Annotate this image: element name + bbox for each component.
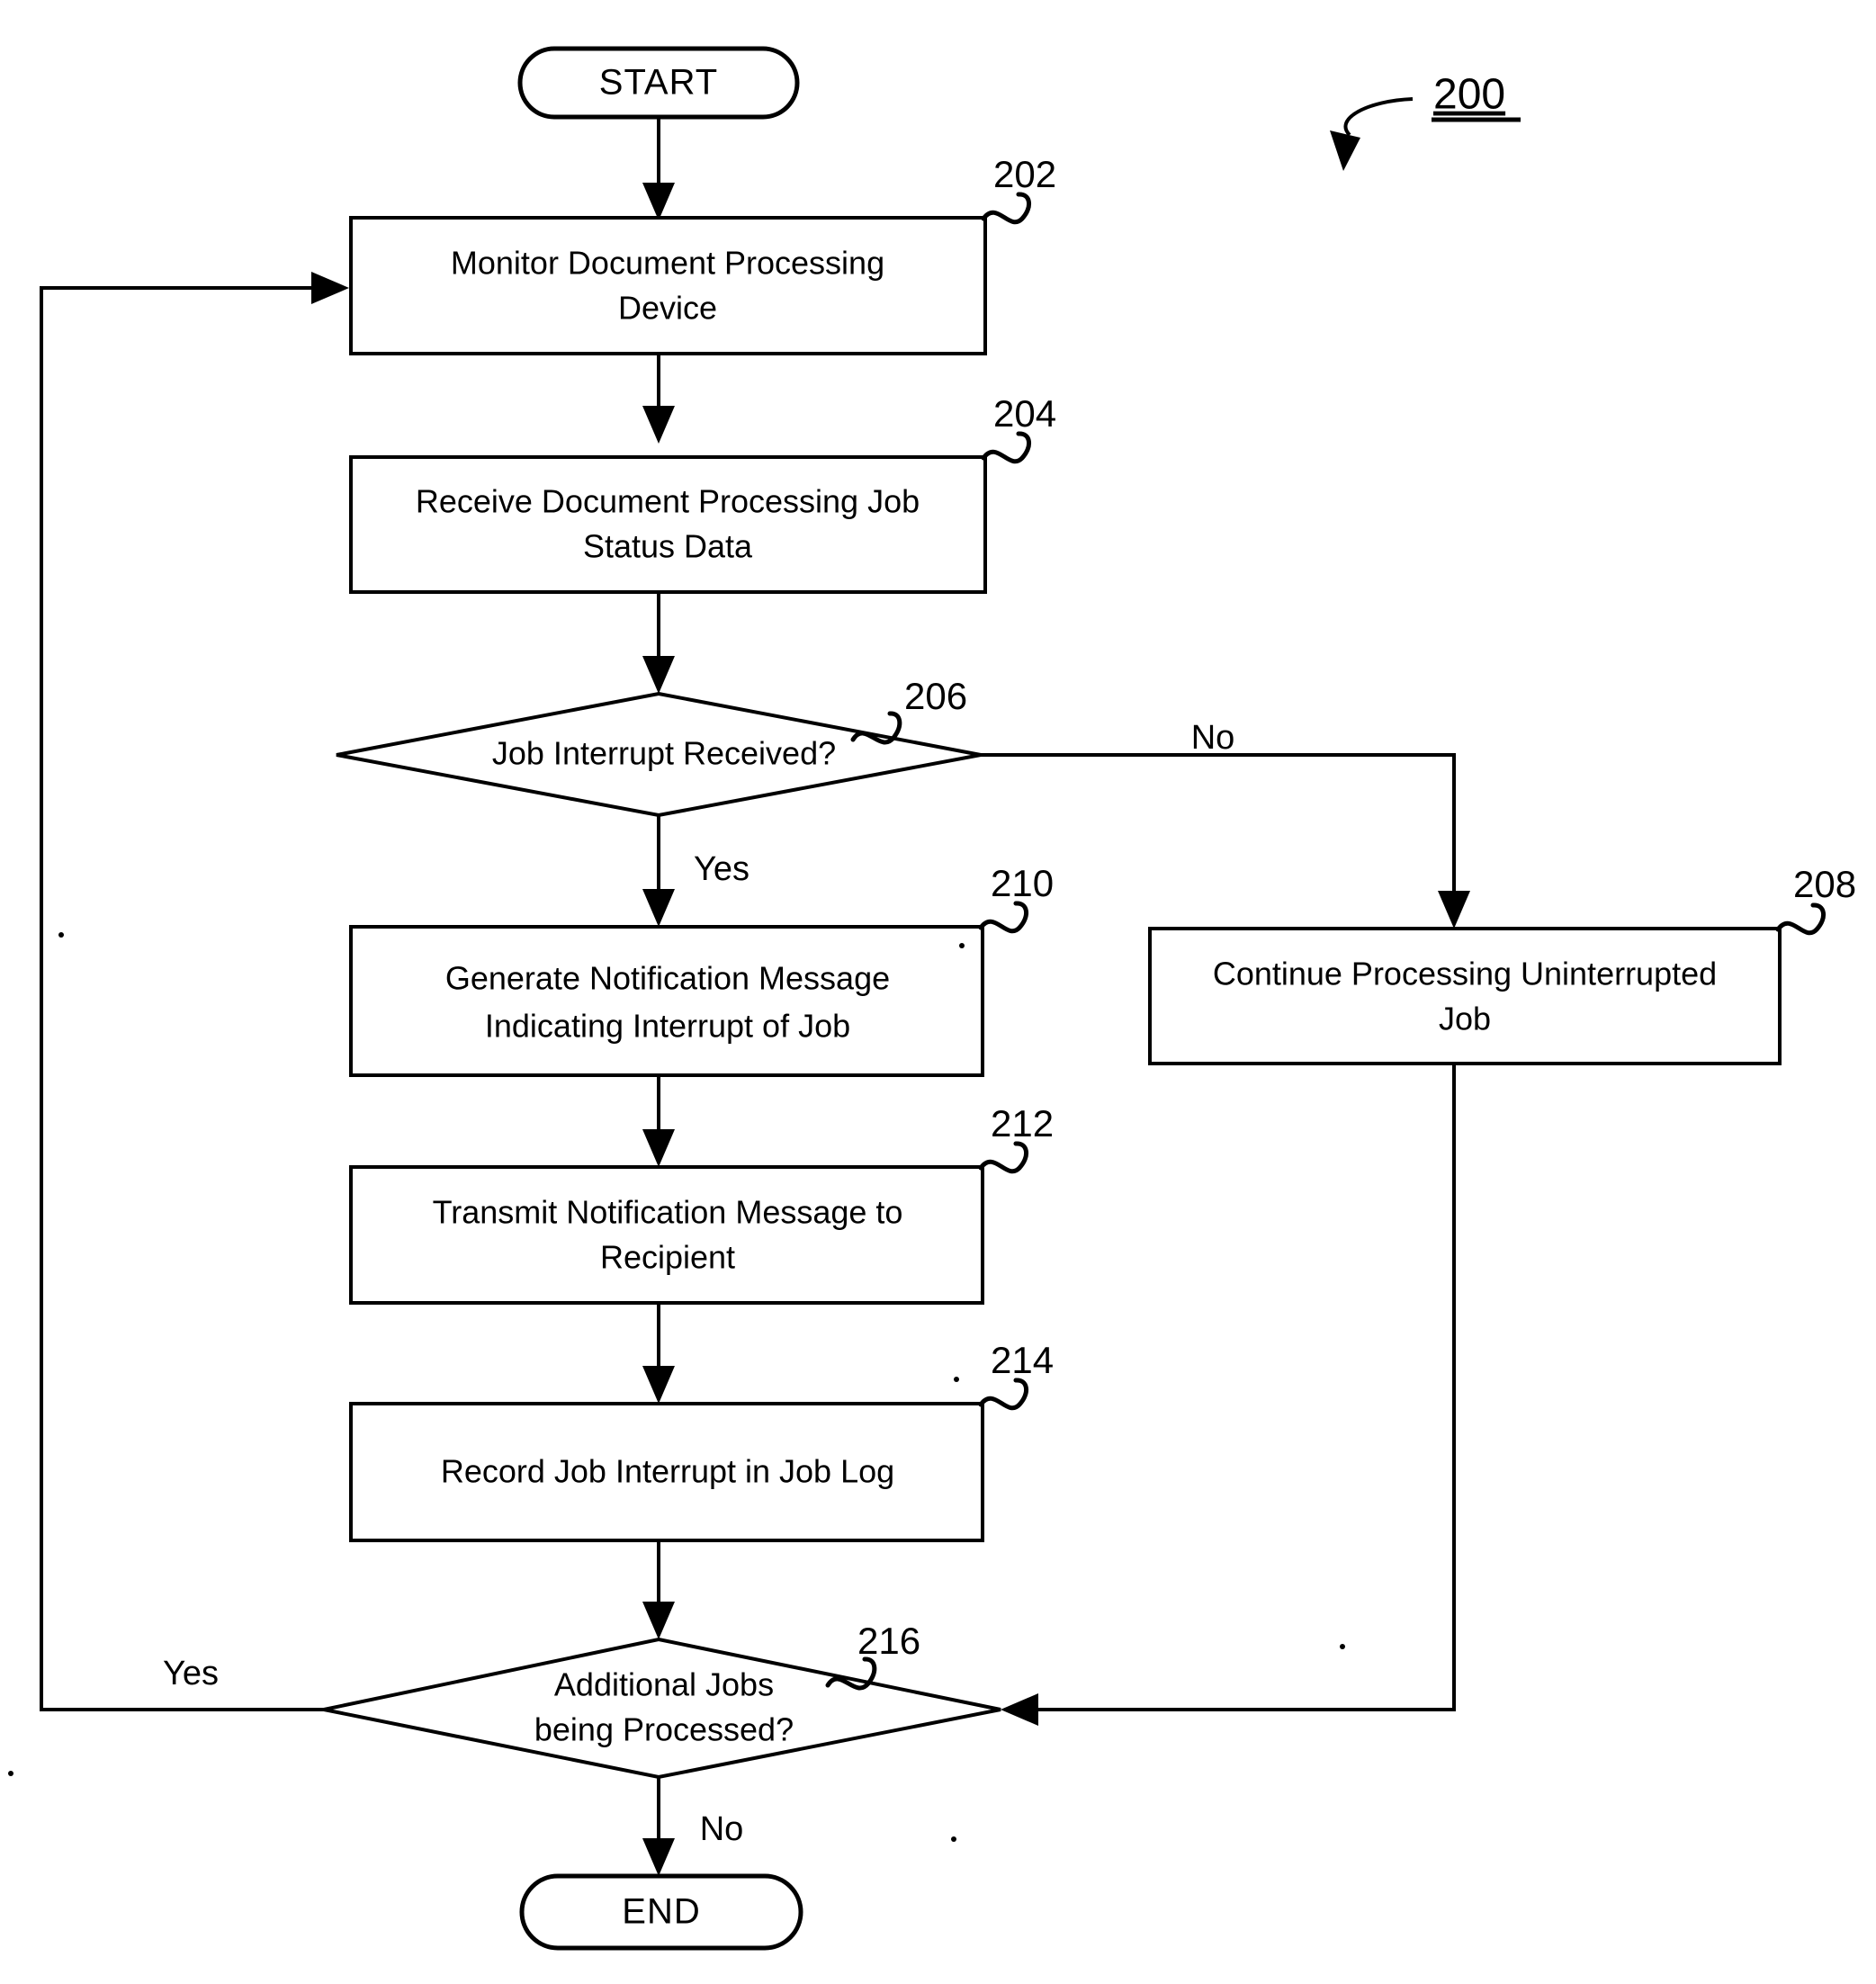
- ref-number-208: 208: [1793, 863, 1856, 905]
- edge-label-216-no: No: [700, 1810, 744, 1848]
- edge-label-206-no: No: [1191, 719, 1235, 757]
- end-label: END: [622, 1892, 700, 1932]
- figure-leader-curve: [1343, 97, 1414, 137]
- box-202-label-line1: Monitor Document Processing: [451, 245, 884, 282]
- box-204-label-line1: Receive Document Processing Job: [416, 483, 920, 520]
- node-end: END: [519, 1873, 803, 1951]
- scan-speck: [959, 943, 965, 948]
- ref-number-214: 214: [991, 1339, 1054, 1381]
- ref-leader-216: 216: [825, 1620, 920, 1691]
- scan-speck: [1340, 1644, 1345, 1649]
- box-202-shape: [349, 216, 987, 355]
- node-208-continue-processing-uninterrupted-job: Continue Processing Uninterrupted Job: [1148, 927, 1782, 1065]
- scan-speck: [58, 932, 64, 938]
- box-208-label-line1: Continue Processing Uninterrupted: [1213, 956, 1717, 992]
- ref-number-204: 204: [993, 392, 1056, 435]
- flowchart-canvas: START Monitor Document Processing Device…: [8, 46, 1856, 1951]
- box-202-label-line2: Device: [618, 290, 717, 327]
- edge-label-216-yes: Yes: [163, 1655, 219, 1692]
- box-204-label-line2: Status Data: [583, 528, 753, 565]
- figure-number-200: 200: [1433, 71, 1505, 119]
- connector-208-to-216: [1001, 1064, 1456, 1726]
- box-210-label-line2: Indicating Interrupt of Job: [485, 1008, 850, 1045]
- diamond-216-label-line2: being Processed?: [534, 1711, 794, 1748]
- connector-210-to-212: [642, 1075, 675, 1167]
- ref-number-212: 212: [991, 1102, 1054, 1145]
- scan-speck: [8, 1771, 13, 1776]
- box-212-shape: [349, 1165, 984, 1305]
- ref-number-202: 202: [993, 153, 1056, 195]
- connector-212-to-214: [642, 1303, 675, 1404]
- box-208-label-line2: Job: [1439, 1001, 1491, 1037]
- figure-number-group: 200: [1330, 71, 1521, 171]
- connector-214-to-216: [642, 1540, 675, 1639]
- edge-label-206-yes: Yes: [694, 850, 750, 888]
- node-204-receive-job-status-data: Receive Document Processing Job Status D…: [349, 455, 987, 594]
- ref-leader-214: 214: [978, 1339, 1054, 1411]
- ref-number-210: 210: [991, 862, 1054, 904]
- ref-leader-204: 204: [981, 392, 1056, 464]
- box-204-shape: [349, 455, 987, 594]
- ref-leader-208: 208: [1775, 863, 1856, 936]
- node-214-record-job-interrupt-in-job-log: Record Job Interrupt in Job Log: [349, 1402, 984, 1542]
- diamond-206-label-line1: Job Interrupt Received?: [492, 735, 836, 772]
- box-214-label-line1: Record Job Interrupt in Job Log: [441, 1453, 894, 1490]
- ref-number-216: 216: [857, 1620, 920, 1662]
- box-212-label-line2: Recipient: [600, 1239, 735, 1276]
- ref-leader-210: 210: [978, 862, 1054, 934]
- connector-202-to-204: [642, 354, 675, 444]
- box-210-shape: [349, 925, 984, 1077]
- ref-number-206: 206: [904, 675, 967, 717]
- start-label: START: [599, 63, 718, 103]
- connector-216-yes-to-202: [40, 272, 349, 1711]
- figure-leader-arrowhead: [1330, 130, 1360, 171]
- scan-speck: [951, 1836, 956, 1842]
- connector-206-no-to-208: [981, 753, 1470, 929]
- scan-speck: [954, 1377, 959, 1382]
- node-206-job-interrupt-received-decision: Job Interrupt Received?: [336, 691, 982, 818]
- ref-leader-212: 212: [978, 1102, 1054, 1174]
- connector-start-to-202: [642, 115, 675, 220]
- diamond-216-label-line1: Additional Jobs: [554, 1666, 774, 1703]
- box-210-label-line1: Generate Notification Message: [445, 960, 890, 997]
- box-208-shape: [1148, 927, 1782, 1065]
- patent-flowchart-figure: START Monitor Document Processing Device…: [0, 0, 1876, 1984]
- connector-204-to-206: [642, 592, 675, 694]
- box-212-label-line1: Transmit Notification Message to: [433, 1194, 903, 1231]
- connector-216-no-to-end: [642, 1777, 675, 1876]
- node-202-monitor-document-processing-device: Monitor Document Processing Device: [349, 216, 987, 355]
- connector-206-yes-to-210: [642, 815, 675, 927]
- node-start: START: [517, 46, 800, 120]
- node-212-transmit-notification-message: Transmit Notification Message to Recipie…: [349, 1165, 984, 1305]
- node-210-generate-notification-message: Generate Notification Message Indicating…: [349, 925, 984, 1077]
